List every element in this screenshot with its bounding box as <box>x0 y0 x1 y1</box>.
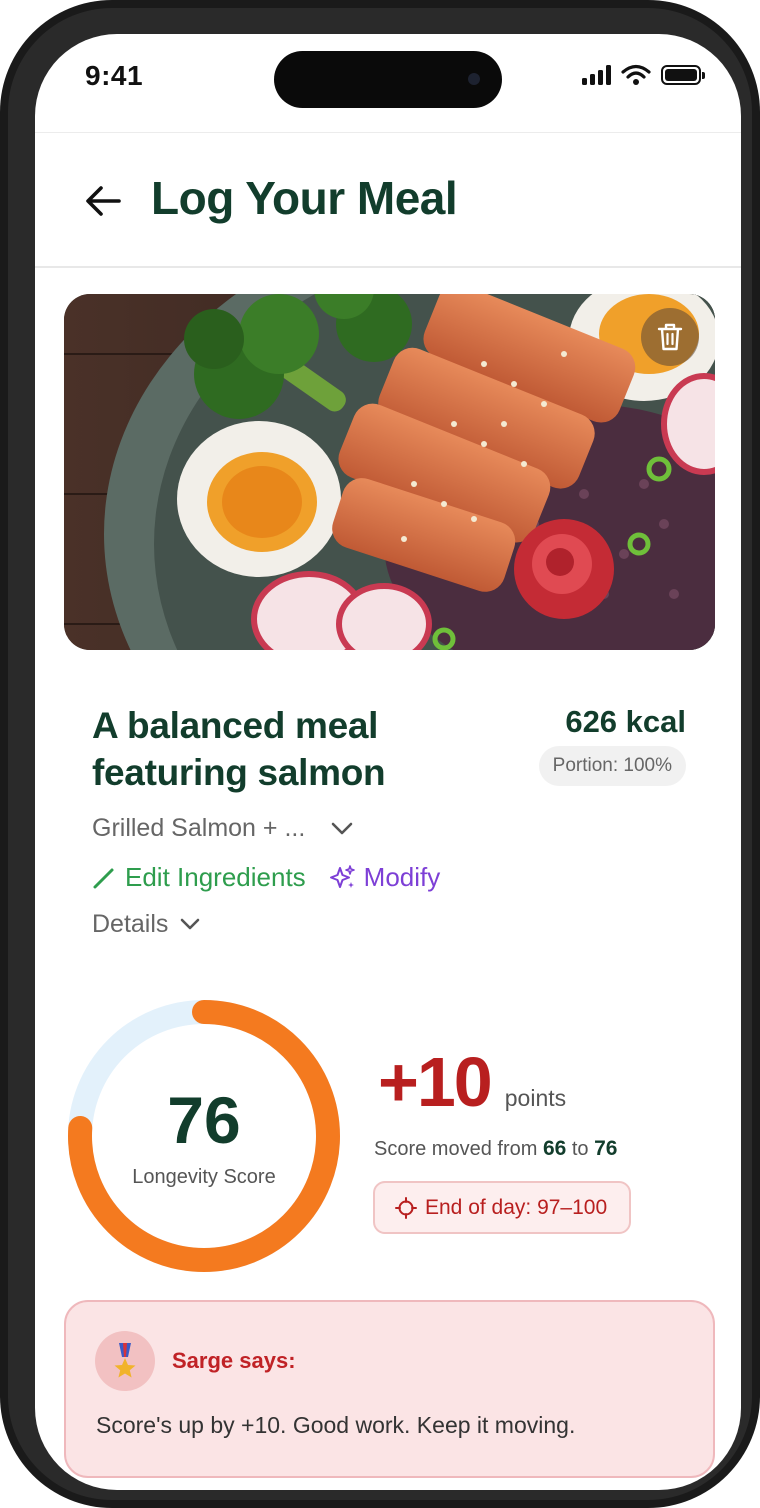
status-icons <box>582 64 705 86</box>
points-value: +10 <box>378 1043 493 1121</box>
chevron-down-icon <box>181 918 200 930</box>
end-of-day-label: End of day: 97–100 <box>425 1195 608 1219</box>
arrow-left-icon <box>86 186 121 216</box>
sarge-message-card: Sarge says: Score's up by +10. Good work… <box>64 1300 715 1478</box>
ingredients-summary: Grilled Salmon + ... <box>92 814 306 842</box>
trash-icon <box>657 323 683 351</box>
target-icon <box>395 1196 417 1219</box>
meal-photo <box>64 294 715 650</box>
battery-icon <box>661 65 705 85</box>
ingredients-dropdown[interactable]: Grilled Salmon + ... <box>92 814 353 843</box>
header: Log Your Meal <box>35 132 741 268</box>
meal-title: A balanced meal featuring salmon <box>92 705 386 793</box>
phone-bezel: 9:41 Log Your Meal A balanced meal featu… <box>8 8 752 1500</box>
moved-mid: to <box>566 1138 595 1160</box>
camera-dot <box>468 73 480 85</box>
screen: 9:41 Log Your Meal A balanced meal featu… <box>35 34 741 1490</box>
moved-prefix: Score moved from <box>374 1138 543 1160</box>
details-label: Details <box>92 910 169 938</box>
score-from: 66 <box>542 1137 567 1160</box>
meal-photo-illustration <box>64 294 715 650</box>
longevity-score-value: 76 <box>167 1083 241 1157</box>
edit-ingredients-button[interactable]: Edit Ingredients <box>92 862 306 893</box>
medal-icon <box>95 1331 155 1391</box>
score-moved-text: Score moved from 66 to 76 <box>374 1137 617 1161</box>
page-title: Log Your Meal <box>151 172 458 224</box>
calories-value: 626 kcal <box>565 704 686 739</box>
status-time: 9:41 <box>85 60 144 91</box>
details-toggle[interactable]: Details <box>92 910 200 939</box>
sarge-message: Score's up by +10. Good work. Keep it mo… <box>96 1412 576 1438</box>
dynamic-island <box>274 51 502 108</box>
modify-label: Modify <box>363 862 441 892</box>
chevron-down-icon <box>331 822 353 834</box>
sarge-title: Sarge says: <box>172 1348 296 1373</box>
meal-actions: Edit Ingredients Modify <box>92 862 440 893</box>
points-label: points <box>504 1085 567 1111</box>
score-to: 76 <box>594 1137 618 1160</box>
delete-photo-button[interactable] <box>641 308 699 366</box>
end-of-day-badge: End of day: 97–100 <box>373 1181 632 1234</box>
sparkles-icon <box>329 864 355 888</box>
back-button[interactable] <box>83 181 123 221</box>
edit-ingredients-label: Edit Ingredients <box>125 862 306 892</box>
signal-icon <box>582 65 611 85</box>
modify-button[interactable]: Modify <box>328 862 441 893</box>
phone-frame: 9:41 Log Your Meal A balanced meal featu… <box>0 0 760 1508</box>
points-change: +10 points <box>378 1042 566 1122</box>
longevity-score-label: Longevity Score <box>132 1166 276 1188</box>
portion-badge[interactable]: Portion: 100% <box>538 746 686 786</box>
wifi-icon <box>621 64 651 85</box>
pencil-icon <box>93 868 114 888</box>
